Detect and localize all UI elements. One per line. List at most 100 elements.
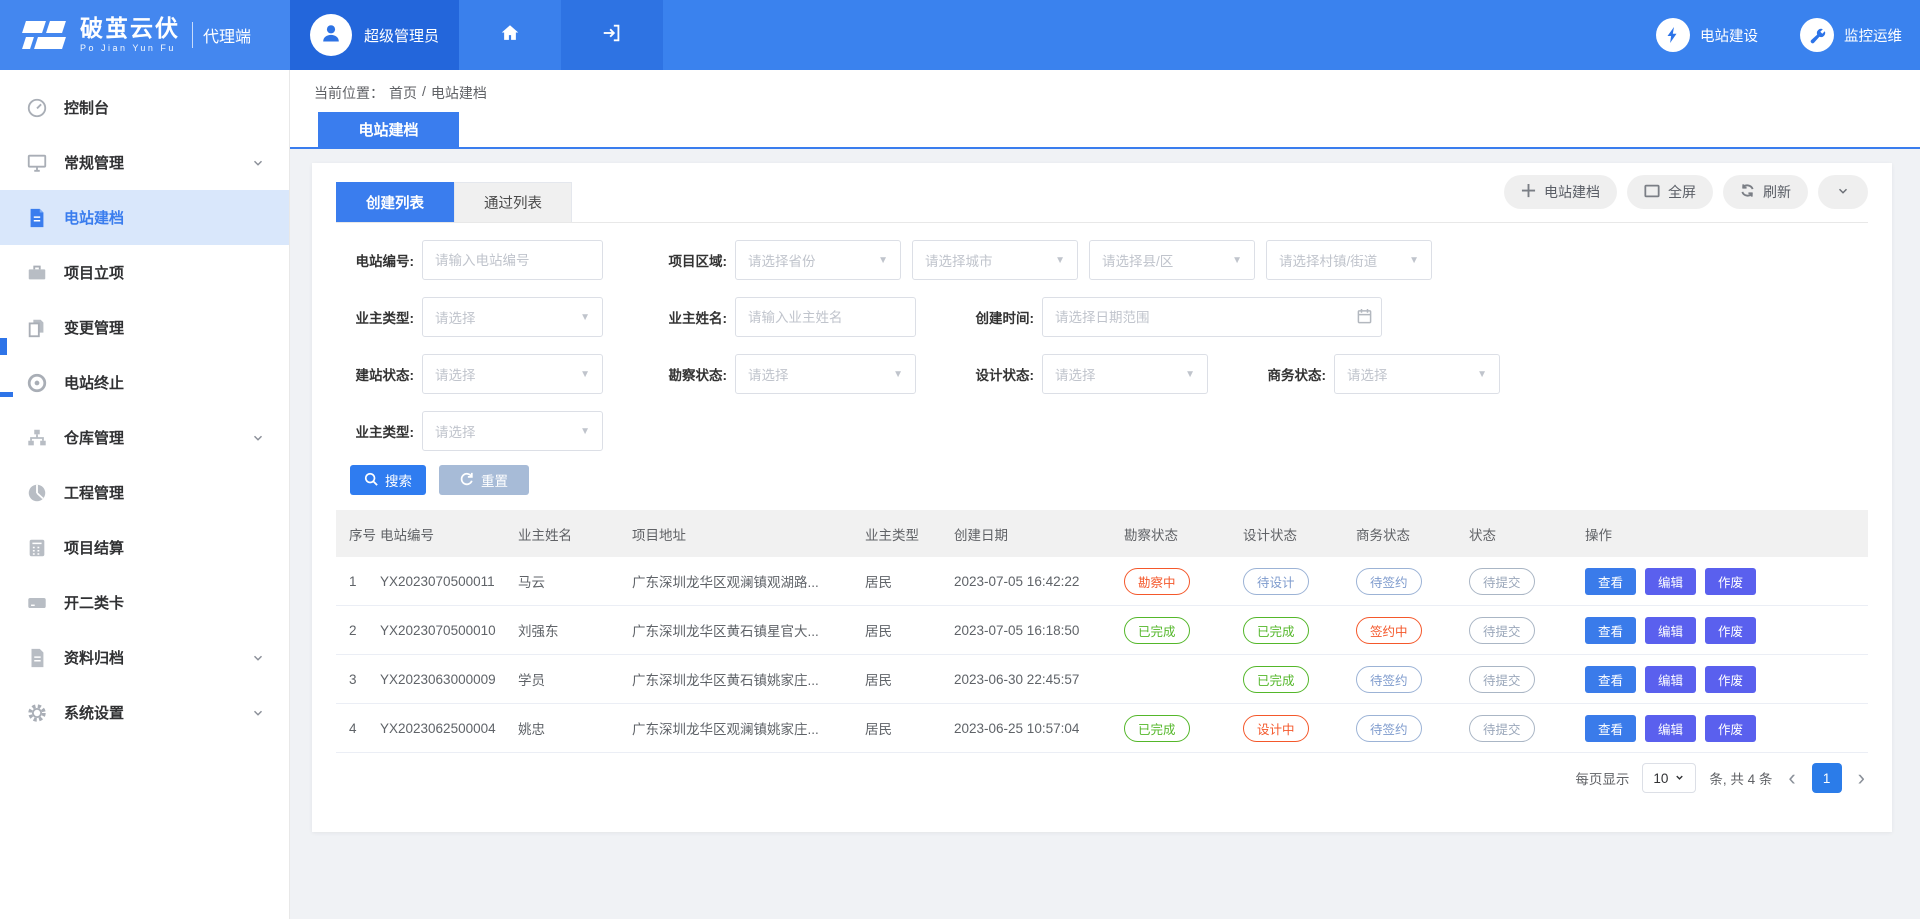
sidebar-item-data-archive[interactable]: 资料归档 (0, 630, 289, 685)
sidebar-item-class2-card[interactable]: 开二类卡 (0, 575, 289, 630)
void-button[interactable]: 作废 (1705, 666, 1756, 693)
logout-icon (601, 22, 623, 49)
select-arrow-icon: ▼ (1055, 255, 1065, 266)
nav-station-build[interactable]: 电站建设 (1656, 18, 1758, 52)
per-page-label: 每页显示 (1575, 768, 1629, 788)
table-header: 序号 电站编号 业主姓名 项目地址 业主类型 创建日期 勘察状态 设计状态 商务… (336, 510, 1868, 557)
nav-monitor-ops-label: 监控运维 (1844, 25, 1902, 46)
reset-button[interactable]: 重置 (439, 465, 529, 495)
tab-passed-list[interactable]: 通过列表 (454, 182, 572, 222)
table-row: 2 YX2023070500010 刘强东 广东深圳龙华区黄石镇星官大... 居… (336, 606, 1868, 655)
sidebar-item-project-initiation[interactable]: 项目立项 (0, 245, 289, 300)
design-status-select[interactable]: 请选择▼ (1042, 354, 1208, 394)
nav-station-build-label: 电站建设 (1700, 25, 1758, 46)
chevron-down-icon (1674, 771, 1685, 786)
view-button[interactable]: 查看 (1585, 666, 1636, 693)
select-arrow-icon: ▼ (878, 255, 888, 266)
card-icon (26, 592, 48, 614)
town-select[interactable]: 请选择村镇/街道▼ (1266, 240, 1432, 280)
region-label: 项目区域: (649, 250, 727, 270)
target-icon (26, 372, 48, 394)
sidebar-item-station-termination[interactable]: 电站终止 (0, 355, 289, 410)
breadcrumb-separator: / (422, 83, 426, 103)
edit-button[interactable]: 编辑 (1645, 666, 1696, 693)
file-icon (26, 647, 48, 669)
search-button[interactable]: 搜索 (350, 465, 426, 495)
collapse-toolbar-button[interactable] (1818, 175, 1868, 209)
chevron-down-icon (251, 156, 265, 170)
view-button[interactable]: 查看 (1585, 617, 1636, 644)
fullscreen-icon (1644, 184, 1660, 201)
status-badge: 待提交 (1469, 715, 1535, 742)
view-button[interactable]: 查看 (1585, 715, 1636, 742)
sitemap-icon (26, 427, 48, 449)
refresh-button[interactable]: 刷新 (1723, 175, 1808, 209)
breadcrumb-home-link[interactable]: 首页 (389, 83, 417, 103)
station-code-input[interactable] (422, 240, 603, 280)
view-button[interactable]: 查看 (1585, 568, 1636, 595)
select-arrow-icon: ▼ (893, 369, 903, 380)
edit-button[interactable]: 编辑 (1645, 715, 1696, 742)
edit-button[interactable]: 编辑 (1645, 568, 1696, 595)
breadcrumb-current: 电站建档 (431, 83, 487, 103)
void-button[interactable]: 作废 (1705, 715, 1756, 742)
filter-form: 电站编号: 项目区域: 请选择省份▼ 请选择城市▼ 请选择县/区▼ 请选 (336, 223, 1868, 495)
divider (192, 22, 193, 48)
prev-page-button[interactable]: ‹ (1785, 767, 1798, 789)
page-number-button[interactable]: 1 (1812, 763, 1842, 793)
main-content: 当前位置： 首页 / 电站建档 电站建档 创建列表 通过列表 电站建档 (290, 70, 1920, 919)
station-code-label: 电站编号: (336, 250, 414, 270)
user-menu[interactable]: 超级管理员 (290, 0, 459, 70)
next-page-button[interactable]: › (1855, 767, 1868, 789)
owner-name-input[interactable] (735, 297, 916, 337)
add-station-button[interactable]: 电站建档 (1504, 175, 1617, 209)
records-table: 序号 电站编号 业主姓名 项目地址 业主类型 创建日期 勘察状态 设计状态 商务… (336, 510, 1868, 753)
status-badge: 已完成 (1124, 617, 1190, 644)
sidebar-item-general-mgmt[interactable]: 常规管理 (0, 135, 289, 190)
home-icon (499, 22, 521, 49)
owner-type2-select[interactable]: 请选择▼ (422, 411, 603, 451)
sidebar-item-system-settings[interactable]: 系统设置 (0, 685, 289, 740)
user-name: 超级管理员 (364, 25, 439, 46)
refresh-icon (1740, 183, 1755, 201)
create-time-label: 创建时间: (956, 307, 1034, 327)
county-select[interactable]: 请选择县/区▼ (1089, 240, 1255, 280)
calendar-icon (1357, 308, 1372, 329)
city-select[interactable]: 请选择城市▼ (912, 240, 1078, 280)
owner-type2-label: 业主类型: (336, 421, 414, 441)
survey-status-select[interactable]: 请选择▼ (735, 354, 916, 394)
brand-logo-icon (22, 17, 68, 53)
tab-create-list[interactable]: 创建列表 (336, 182, 454, 222)
list-card: 创建列表 通过列表 电站建档 全屏 (312, 163, 1892, 832)
create-time-range-input[interactable] (1042, 297, 1382, 337)
status-badge: 待签约 (1356, 715, 1422, 742)
sidebar-item-change-mgmt[interactable]: 变更管理 (0, 300, 289, 355)
sidebar-item-project-settlement[interactable]: 项目结算 (0, 520, 289, 575)
void-button[interactable]: 作废 (1705, 568, 1756, 595)
province-select[interactable]: 请选择省份▼ (735, 240, 901, 280)
status-badge: 已完成 (1243, 617, 1309, 644)
portal-label: 代理端 (203, 23, 251, 47)
status-badge: 设计中 (1243, 715, 1309, 742)
sidebar-item-warehouse-mgmt[interactable]: 仓库管理 (0, 410, 289, 465)
search-icon (364, 472, 378, 489)
logout-button[interactable] (561, 0, 663, 70)
lightning-icon (1656, 18, 1690, 52)
owner-type-select[interactable]: 请选择▼ (422, 297, 603, 337)
topbar: 破茧云伏 Po Jian Yun Fu 代理端 超级管理员 (0, 0, 1920, 70)
sidebar-item-engineering-mgmt[interactable]: 工程管理 (0, 465, 289, 520)
home-button[interactable] (459, 0, 561, 70)
brand-title: 破茧云伏 (80, 16, 180, 41)
void-button[interactable]: 作废 (1705, 617, 1756, 644)
fullscreen-button[interactable]: 全屏 (1627, 175, 1713, 209)
chevron-down-icon (251, 706, 265, 720)
chevron-down-icon (1836, 184, 1850, 201)
business-status-select[interactable]: 请选择▼ (1334, 354, 1500, 394)
page-size-select[interactable]: 10 (1642, 763, 1696, 793)
sidebar-item-console[interactable]: 控制台 (0, 80, 289, 135)
sidebar-item-station-archive[interactable]: 电站建档 (0, 190, 289, 245)
edit-button[interactable]: 编辑 (1645, 617, 1696, 644)
nav-monitor-ops[interactable]: 监控运维 (1800, 18, 1902, 52)
build-status-select[interactable]: 请选择▼ (422, 354, 603, 394)
page-tab-station-archive[interactable]: 电站建档 (318, 112, 459, 147)
